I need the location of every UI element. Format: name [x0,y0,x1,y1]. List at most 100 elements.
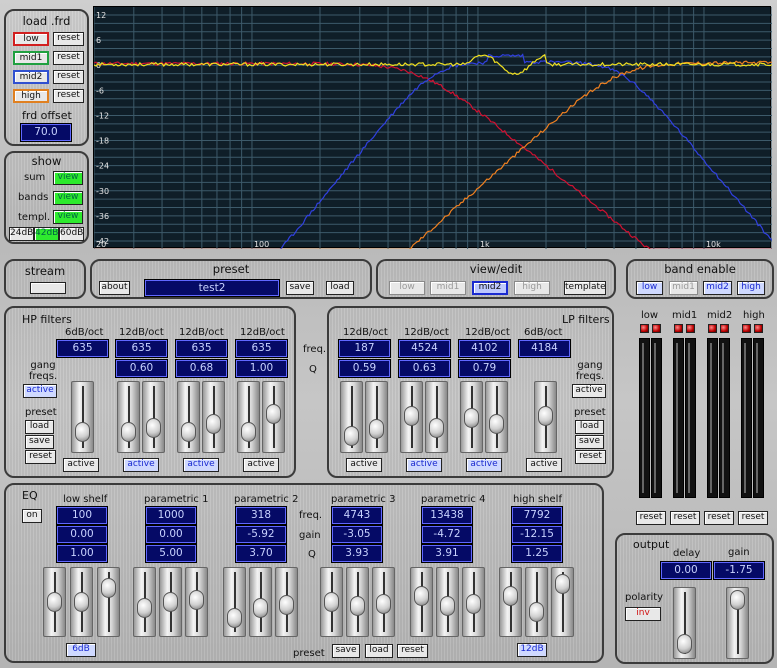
hp1-freq-slider[interactable] [71,381,94,453]
eq-param4-q-field[interactable]: 3.91 [421,544,473,563]
lp2-q-field[interactable]: 0.63 [398,359,451,378]
hp2-freq-field[interactable]: 635 [115,339,168,358]
lp2-freq-slider[interactable] [400,381,423,453]
eq-param2-freq-field[interactable]: 318 [235,506,287,525]
eq-param3-freq-slider[interactable] [320,567,343,637]
lp1-q-knob[interactable] [369,419,384,439]
lp-preset-reset-button[interactable]: reset [575,450,606,464]
hp3-freq-slider[interactable] [177,381,200,453]
eq-low-shelf-freq-field[interactable]: 100 [56,506,108,525]
view-low-button[interactable]: low [389,281,425,295]
db-24-button[interactable]: 24dB [9,227,34,241]
eq-param2-gain-slider[interactable] [249,567,272,637]
eq-high-shelf-freq-slider[interactable] [499,567,522,637]
lp-preset-load-button[interactable]: load [575,420,604,434]
lp4-active-button[interactable]: active [526,458,562,472]
eq-param1-freq-field[interactable]: 1000 [145,506,197,525]
load-mid2-button[interactable]: mid2 [13,70,49,84]
reset-high-button[interactable]: reset [53,89,84,103]
lp3-q-field[interactable]: 0.79 [458,359,511,378]
eq-param3-freq-field[interactable]: 4743 [331,506,383,525]
lp1-active-button[interactable]: active [346,458,382,472]
hp3-freq-field[interactable]: 635 [175,339,228,358]
delay-field[interactable]: 0.00 [660,561,712,580]
output-gain-slider[interactable] [726,587,749,659]
hp4-q-field[interactable]: 1.00 [235,359,288,378]
eq-high-shelf-db-button[interactable]: 12dB [517,643,547,657]
eq-low-shelf-gain-field[interactable]: 0.00 [56,525,108,544]
output-gain-field[interactable]: -1.75 [713,561,765,580]
eq-param1-freq-slider[interactable] [133,567,156,637]
eq-low-shelf-freq-knob[interactable] [47,592,62,612]
eq-high-shelf-q-slider[interactable] [551,567,574,637]
lp4-freq-slider[interactable] [534,381,557,453]
eq-preset-save-button[interactable]: save [332,644,360,658]
reset-mid2-button[interactable]: reset [53,70,84,84]
eq-param4-freq-knob[interactable] [414,586,429,606]
hp4-q-slider[interactable] [262,381,285,453]
hp4-active-button[interactable]: active [243,458,279,472]
polarity-inv-button[interactable]: inv [625,607,661,621]
frequency-response-plot[interactable]: 12 6 0 -6 -12 -18 -24 -30 -36 -42 20 100 1k 10k [93,6,773,250]
eq-high-shelf-gain-slider[interactable] [525,567,548,637]
view-high-button[interactable]: high [514,281,550,295]
lp-gang-active-button[interactable]: active [572,384,606,398]
lp1-q-slider[interactable] [365,381,388,453]
lp4-freq-field[interactable]: 4184 [518,339,571,358]
eq-preset-reset-button[interactable]: reset [397,644,428,658]
meter-reset-low-button[interactable]: reset [636,511,666,525]
hp1-active-button[interactable]: active [63,458,99,472]
preset-save-button[interactable]: save [286,281,314,295]
hp2-q-field[interactable]: 0.60 [115,359,168,378]
delay-slider[interactable] [673,587,696,659]
eq-low-shelf-freq-slider[interactable] [43,567,66,637]
eq-param3-q-slider[interactable] [372,567,395,637]
eq-high-shelf-gain-field[interactable]: -12.15 [511,525,563,544]
stream-toggle-button[interactable] [30,282,66,294]
lp2-active-button[interactable]: active [406,458,442,472]
frd-offset-field[interactable]: 70.0 [20,123,72,142]
lp2-q-knob[interactable] [429,418,444,438]
db-60-button[interactable]: 60dB [59,227,84,241]
show-templ-view-button[interactable]: view [53,210,83,224]
eq-param1-gain-field[interactable]: 0.00 [145,525,197,544]
enable-low-button[interactable]: low [636,281,663,295]
meter-reset-mid1-button[interactable]: reset [670,511,700,525]
hp-preset-save-button[interactable]: save [25,435,54,449]
hp1-freq-field[interactable]: 635 [56,339,109,358]
hp2-freq-knob[interactable] [121,422,136,442]
hp4-freq-knob[interactable] [241,422,256,442]
eq-param1-q-field[interactable]: 5.00 [145,544,197,563]
eq-param3-freq-knob[interactable] [324,592,339,612]
show-bands-view-button[interactable]: view [53,191,83,205]
view-mid2-button[interactable]: mid2 [472,281,508,295]
eq-param2-gain-field[interactable]: -5.92 [235,525,287,544]
reset-low-button[interactable]: reset [53,32,84,46]
hp-preset-load-button[interactable]: load [25,420,54,434]
lp1-freq-slider[interactable] [340,381,363,453]
enable-high-button[interactable]: high [737,281,765,295]
lp2-q-slider[interactable] [425,381,448,453]
eq-param4-freq-slider[interactable] [410,567,433,637]
eq-low-shelf-gain-slider[interactable] [70,567,93,637]
lp3-active-button[interactable]: active [466,458,502,472]
lp3-q-slider[interactable] [485,381,508,453]
eq-low-shelf-q-knob[interactable] [101,578,116,598]
eq-param1-q-slider[interactable] [185,567,208,637]
db-42-button[interactable]: 42dB [34,227,59,241]
template-button[interactable]: template [564,281,606,295]
lp1-q-field[interactable]: 0.59 [338,359,391,378]
eq-param3-gain-field[interactable]: -3.05 [331,525,383,544]
show-sum-view-button[interactable]: view [53,171,83,185]
eq-param4-freq-field[interactable]: 13438 [421,506,473,525]
lp2-freq-field[interactable]: 4524 [398,339,451,358]
hp3-freq-knob[interactable] [181,422,196,442]
eq-param3-q-field[interactable]: 3.93 [331,544,383,563]
eq-param2-freq-knob[interactable] [227,608,242,628]
lp2-freq-knob[interactable] [404,406,419,426]
hp4-freq-field[interactable]: 635 [235,339,288,358]
hp3-q-field[interactable]: 0.68 [175,359,228,378]
enable-mid1-button[interactable]: mid1 [669,281,698,295]
hp-preset-reset-button[interactable]: reset [25,450,56,464]
load-high-button[interactable]: high [13,89,49,103]
